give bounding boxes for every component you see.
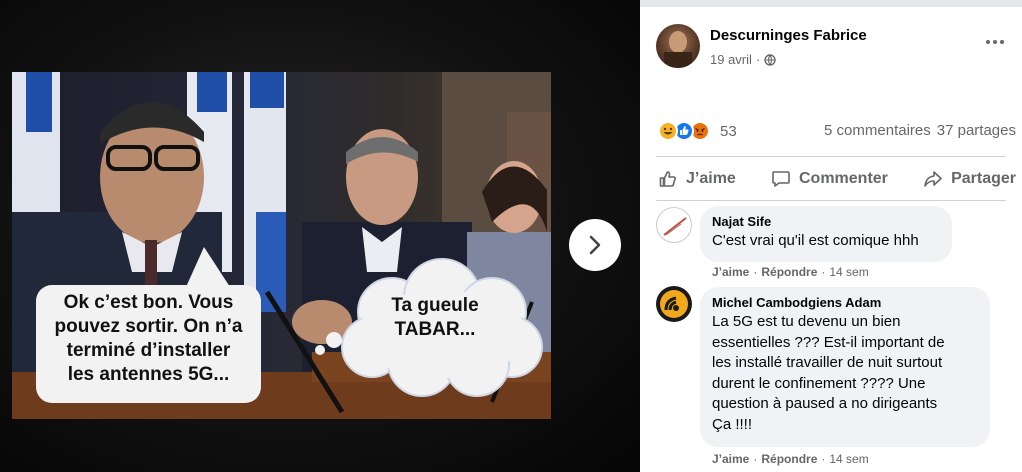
comment-bubble: Najat Sife C'est vrai qu'il est comique …: [700, 206, 952, 262]
divider: [656, 200, 1006, 201]
comment-text: La 5G est tu devenu un bien essentielles…: [712, 313, 945, 433]
reactions-count: 53: [720, 122, 737, 140]
post-meta: 19 avril ·: [710, 52, 776, 67]
comment-actions: J’aime · Répondre · 14 sem: [712, 452, 869, 466]
media-viewer: Ok c’est bon. Vous pouvez sortir. On n’a…: [0, 0, 640, 472]
speech-bubble-right: Ta gueule TABAR...: [350, 282, 520, 362]
commenter-name[interactable]: Michel Cambodgiens Adam: [712, 295, 978, 310]
more-dot-icon: [993, 40, 997, 44]
speech-bubble-right-text: Ta gueule TABAR...: [391, 295, 479, 340]
comments-count-link[interactable]: 5 commentaires: [824, 122, 931, 139]
share-button[interactable]: Partager: [921, 160, 1018, 198]
globe-icon: [764, 53, 776, 66]
divider: [656, 156, 1006, 157]
like-button[interactable]: J’aime: [656, 160, 738, 198]
comment-button[interactable]: Commenter: [769, 160, 890, 198]
commenter-avatar[interactable]: [656, 286, 692, 322]
chevron-right-icon: [589, 235, 601, 255]
more-options-button[interactable]: [980, 30, 1010, 54]
comment-like-link[interactable]: J’aime: [712, 452, 749, 466]
author-avatar[interactable]: [656, 24, 700, 68]
comment-icon: [772, 171, 790, 187]
next-photo-button[interactable]: [569, 219, 621, 271]
comment-actions: J’aime · Répondre · 14 sem: [712, 265, 869, 279]
comment-text: C'est vrai qu'il est comique hhh: [712, 232, 919, 249]
more-dot-icon: [986, 40, 990, 44]
engagement-counts: 5 commentaires 37 partages: [824, 122, 1016, 139]
comment-button-label: Commenter: [798, 170, 888, 187]
more-dot-icon: [1000, 40, 1004, 44]
speech-bubble-left-text: Ok c’est bon. Vous pouvez sortir. On n’a…: [54, 292, 243, 385]
panel-top-bar: [640, 0, 1022, 7]
comment-like-link[interactable]: J’aime: [712, 265, 749, 279]
like-button-label: J’aime: [686, 170, 736, 187]
comment-bubble: Michel Cambodgiens Adam La 5G est tu dev…: [700, 287, 990, 447]
thumbs-up-icon: [659, 171, 676, 187]
post-panel: Descurninges Fabrice 19 avril · 53 5 com…: [640, 0, 1022, 472]
share-button-label: Partager: [951, 170, 1016, 187]
comment-reply-link[interactable]: Répondre: [761, 265, 817, 279]
commenter-avatar[interactable]: [656, 207, 692, 243]
author-avatar-image: [664, 31, 692, 68]
comment-sep: ·: [753, 265, 758, 279]
haha-reaction-icon: [658, 121, 678, 141]
commenter-avatar-image: [663, 217, 687, 236]
speech-bubble-left: Ok c’est bon. Vous pouvez sortir. On n’a…: [36, 247, 261, 403]
comment-sep: ·: [821, 452, 826, 466]
share-arrow-icon: [924, 171, 942, 187]
comment-time[interactable]: 14 sem: [829, 265, 868, 279]
post-date[interactable]: 19 avril: [710, 52, 752, 67]
shares-count-link[interactable]: 37 partages: [937, 122, 1016, 139]
comment-sep: ·: [753, 452, 758, 466]
commenter-name[interactable]: Najat Sife: [712, 214, 940, 229]
comment-time[interactable]: 14 sem: [829, 452, 868, 466]
comment-sep: ·: [821, 265, 826, 279]
comment-reply-link[interactable]: Répondre: [761, 452, 817, 466]
post-author-name[interactable]: Descurninges Fabrice: [710, 27, 867, 44]
reactions-summary[interactable]: 53: [658, 121, 737, 141]
commenter-avatar-image: [660, 290, 688, 318]
meta-separator: ·: [755, 52, 761, 67]
post-actions-bar: J’aime Commenter Partager: [656, 160, 1018, 198]
